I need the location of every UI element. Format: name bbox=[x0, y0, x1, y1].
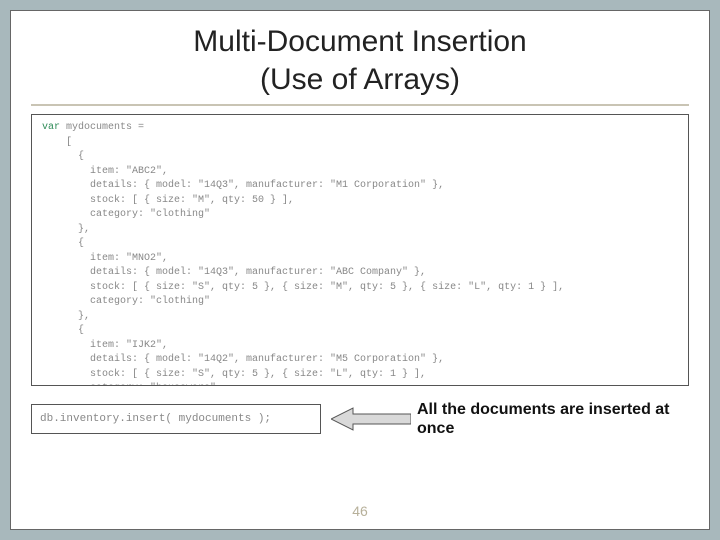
code-keyword: var bbox=[42, 122, 60, 133]
code-body: [ { item: "ABC2", details: { model: "14Q… bbox=[42, 137, 564, 387]
code-line1-rest: mydocuments = bbox=[60, 122, 144, 133]
code-block-main: var mydocuments = [ { item: "ABC2", deta… bbox=[31, 114, 689, 386]
arrow-left-icon bbox=[331, 406, 411, 432]
page-number: 46 bbox=[11, 503, 709, 519]
title-line-1: Multi-Document Insertion bbox=[193, 25, 526, 58]
callout-caption: All the documents are inserted at once bbox=[417, 400, 677, 438]
insert-statement: db.inventory.insert( mydocuments ); bbox=[40, 413, 271, 425]
slide-title: Multi-Document Insertion (Use of Arrays) bbox=[31, 23, 689, 98]
title-line-2: (Use of Arrays) bbox=[260, 63, 460, 96]
title-divider bbox=[31, 104, 689, 106]
code-block-insert: db.inventory.insert( mydocuments ); bbox=[31, 404, 321, 434]
slide-frame: Multi-Document Insertion (Use of Arrays)… bbox=[0, 0, 720, 540]
bottom-row: db.inventory.insert( mydocuments ); All … bbox=[31, 396, 689, 444]
slide-inner: Multi-Document Insertion (Use of Arrays)… bbox=[10, 10, 710, 530]
